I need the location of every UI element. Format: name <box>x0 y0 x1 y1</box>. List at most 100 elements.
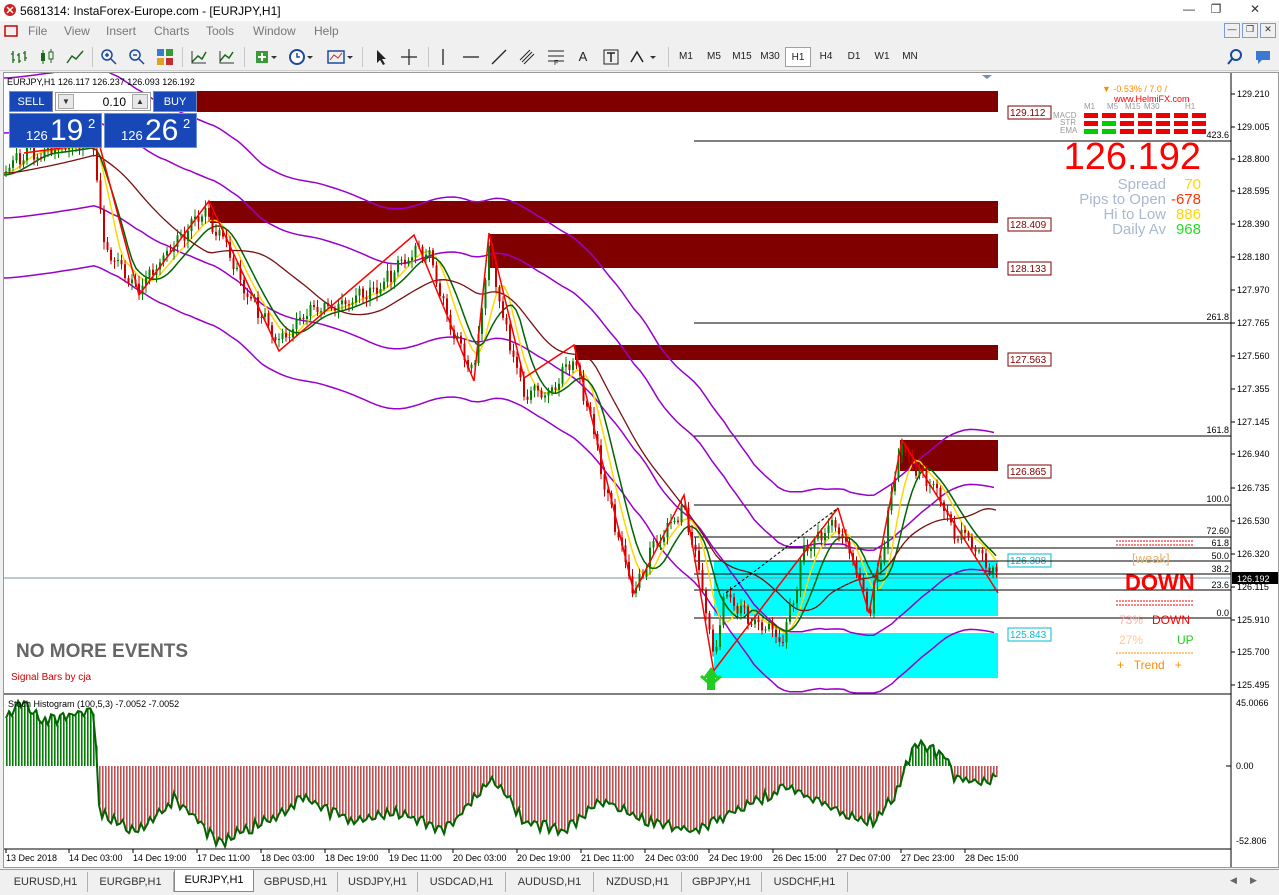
chart-shift-marker[interactable] <box>982 75 992 79</box>
buy-price-box[interactable]: 126 26 2 <box>104 113 197 148</box>
histogram-bar <box>846 766 848 819</box>
tab-gbpusd[interactable]: GBPUSD,H1 <box>254 872 338 892</box>
child-restore-icon[interactable]: ❐ <box>1242 23 1258 38</box>
child-close-icon[interactable]: ✕ <box>1260 23 1276 38</box>
chat-icon[interactable] <box>1254 48 1272 66</box>
vertical-line-icon[interactable] <box>436 48 450 66</box>
candle-body <box>502 301 504 318</box>
timeframe-m1[interactable]: M1 <box>673 47 699 67</box>
equidistant-channel-icon[interactable] <box>518 48 536 66</box>
autoscroll-icon[interactable] <box>190 48 208 66</box>
horizontal-line-icon[interactable] <box>462 48 480 66</box>
tab-audusd[interactable]: AUDUSD,H1 <box>506 872 594 892</box>
tab-usdjpy[interactable]: USDJPY,H1 <box>338 872 418 892</box>
ma-slow-line <box>4 154 997 612</box>
sub-axis-label: 45.0066 <box>1236 698 1269 708</box>
candle-body <box>383 281 385 289</box>
tab-nzdusd[interactable]: NZDUSD,H1 <box>594 872 682 892</box>
histogram-bar <box>774 766 776 793</box>
histogram-bar <box>852 766 854 813</box>
histogram-bar <box>678 766 680 828</box>
lot-increase-icon[interactable]: ▲ <box>132 94 148 109</box>
menu-help[interactable]: Help <box>314 24 339 38</box>
tab-eurusd[interactable]: EURUSD,H1 <box>4 872 88 892</box>
timeframe-m30[interactable]: M30 <box>757 47 783 67</box>
menu-file[interactable]: File <box>28 24 47 38</box>
buy-button[interactable]: BUY <box>153 91 197 112</box>
candle-body <box>236 267 238 270</box>
lot-decrease-icon[interactable]: ▼ <box>58 94 74 109</box>
tab-scroll-left-icon[interactable]: ◀ <box>1230 875 1244 889</box>
candlestick-icon[interactable] <box>38 49 56 65</box>
templates-icon[interactable] <box>326 48 354 66</box>
zone-label: 129.112 <box>1010 108 1046 119</box>
timeframe-m15[interactable]: M15 <box>729 47 755 67</box>
zoom-out-icon[interactable] <box>128 48 146 66</box>
tf-label: M30 <box>1144 102 1160 111</box>
minimize-icon[interactable]: — <box>1178 1 1200 17</box>
tab-usdcad[interactable]: USDCAD,H1 <box>418 872 506 892</box>
menu-charts[interactable]: Charts <box>154 24 189 38</box>
sell-button[interactable]: SELL <box>9 91 53 112</box>
menu-view[interactable]: View <box>64 24 90 38</box>
price-axis-label: 128.180 <box>1237 252 1270 262</box>
lot-value[interactable]: 0.10 <box>103 95 126 109</box>
time-axis-label: 17 Dec 11:00 <box>197 853 250 863</box>
chart-canvas[interactable]: 129.112 128.409 128.133 127.563 126.865 … <box>4 73 1278 867</box>
histogram-bar <box>249 766 251 834</box>
candle-body <box>740 606 742 614</box>
signal-cell <box>1138 129 1152 134</box>
chart-shift-icon[interactable] <box>218 48 236 66</box>
signal-cell <box>1192 129 1206 134</box>
timeframe-h1[interactable]: H1 <box>785 47 811 67</box>
timeframe-m5[interactable]: M5 <box>701 47 727 67</box>
menu-tools[interactable]: Tools <box>206 24 234 38</box>
histogram-bar <box>978 766 980 783</box>
chart-window[interactable]: 129.112 128.409 128.133 127.563 126.865 … <box>3 72 1279 868</box>
line-chart-icon[interactable] <box>66 49 84 65</box>
tab-scroll-right-icon[interactable]: ▶ <box>1250 875 1264 889</box>
tile-windows-icon[interactable] <box>156 48 174 66</box>
crosshair-icon[interactable] <box>400 48 418 66</box>
candle-body <box>264 313 266 317</box>
histogram-bar <box>705 766 707 826</box>
candle-body <box>204 208 207 217</box>
candle-body <box>180 233 182 236</box>
timeframe-w1[interactable]: W1 <box>869 47 895 67</box>
arrows-icon[interactable] <box>628 48 658 66</box>
histogram-bar <box>624 766 626 806</box>
text-label-icon[interactable] <box>602 48 620 66</box>
histogram-bar <box>354 766 356 825</box>
search-icon[interactable] <box>1226 48 1244 66</box>
tab-eurjpy[interactable]: EURJPY,H1 <box>174 870 254 892</box>
text-tool[interactable]: A <box>576 46 590 68</box>
histogram-bar <box>573 766 575 821</box>
cursor-icon[interactable] <box>374 48 390 66</box>
tab-gbpjpy[interactable]: GBPJPY,H1 <box>682 872 762 892</box>
timeframe-h4[interactable]: H4 <box>813 47 839 67</box>
trendline-icon[interactable] <box>490 48 508 66</box>
candle-body <box>736 605 739 614</box>
tab-eurgbp[interactable]: EURGBP,H1 <box>88 872 174 892</box>
lot-size-input[interactable]: ▼ 0.10 ▲ <box>55 92 151 111</box>
histogram-bar <box>90 708 92 766</box>
timeframe-mn[interactable]: MN <box>897 47 923 67</box>
fibonacci-icon[interactable]: F <box>546 48 566 66</box>
indicators-icon[interactable] <box>254 48 278 66</box>
timeframe-d1[interactable]: D1 <box>841 47 867 67</box>
histogram-bar <box>360 766 362 817</box>
restore-icon[interactable]: ❐ <box>1205 1 1227 17</box>
tab-usdchf[interactable]: USDCHF,H1 <box>762 872 848 892</box>
menu-window[interactable]: Window <box>253 24 296 38</box>
periods-clock-icon[interactable] <box>288 48 314 66</box>
bar-chart-icon[interactable] <box>10 49 28 65</box>
zoom-in-icon[interactable] <box>100 48 118 66</box>
candle-body <box>827 525 830 534</box>
sell-price-box[interactable]: 126 19 2 <box>9 113 102 148</box>
child-minimize-icon[interactable]: — <box>1224 23 1240 38</box>
close-icon[interactable]: ✕ <box>1234 1 1276 17</box>
menu-insert[interactable]: Insert <box>106 24 136 38</box>
histogram-bar <box>222 766 224 841</box>
histogram-bar <box>258 766 260 828</box>
candle-body <box>971 536 973 548</box>
